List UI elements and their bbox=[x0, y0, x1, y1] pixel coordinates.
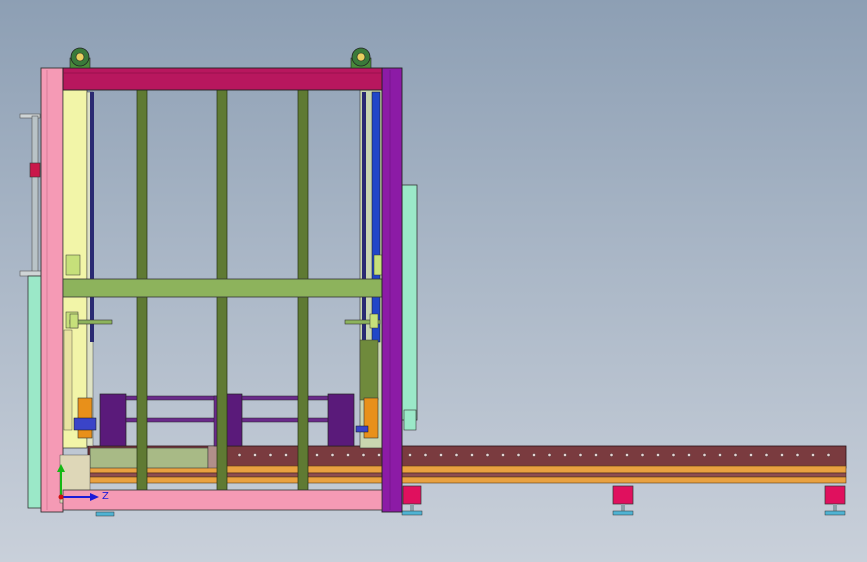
roller-dot bbox=[408, 453, 412, 457]
roller-dot bbox=[780, 453, 784, 457]
roller-dot bbox=[733, 453, 738, 457]
pulley-left bbox=[69, 47, 91, 69]
foot-1 bbox=[401, 485, 423, 516]
roller-dot bbox=[547, 453, 552, 457]
roller-dot bbox=[764, 453, 769, 457]
roller-dot bbox=[268, 453, 273, 457]
roller-dot bbox=[361, 453, 366, 457]
roller-dot bbox=[423, 453, 428, 457]
right-cabinet bbox=[401, 184, 418, 431]
roller-dot bbox=[826, 453, 831, 457]
roller-dot bbox=[330, 453, 335, 457]
roller-dot bbox=[253, 453, 257, 457]
left-cabinet bbox=[19, 113, 43, 509]
roller-dot bbox=[625, 453, 629, 457]
axis-z-label: Z bbox=[102, 491, 109, 502]
foot-3 bbox=[824, 485, 846, 516]
frame-left-column bbox=[40, 67, 64, 513]
roller-dot bbox=[346, 453, 350, 457]
roller-dot bbox=[439, 453, 443, 457]
roller-dot bbox=[609, 453, 614, 457]
roller-dot bbox=[377, 453, 381, 457]
conveyor bbox=[87, 445, 847, 484]
top-beam bbox=[62, 67, 383, 91]
roller-dot bbox=[563, 453, 567, 457]
green-crossbeam bbox=[62, 278, 383, 298]
roller-dot bbox=[578, 453, 583, 457]
pulley-right bbox=[350, 47, 372, 69]
roller-dot bbox=[594, 453, 598, 457]
roller-dot bbox=[749, 453, 753, 457]
roller-dot bbox=[640, 453, 645, 457]
foot-2 bbox=[612, 485, 634, 516]
roller-dot bbox=[454, 453, 459, 457]
roller-dot bbox=[687, 453, 691, 457]
roller-dot bbox=[656, 453, 660, 457]
axis-origin bbox=[58, 494, 64, 500]
roller-dot bbox=[532, 453, 536, 457]
machine-drawing: Z bbox=[19, 47, 847, 517]
roller-dot bbox=[795, 453, 800, 457]
roller-dot bbox=[237, 453, 242, 457]
roller-dot bbox=[315, 453, 319, 457]
indicator-block bbox=[29, 162, 41, 178]
frame-right-column bbox=[381, 67, 403, 513]
roller-dot bbox=[485, 453, 490, 457]
roller-dot bbox=[516, 453, 521, 457]
roller-dot bbox=[718, 453, 722, 457]
roller-dot bbox=[811, 453, 815, 457]
cad-viewport[interactable]: Z bbox=[0, 0, 867, 562]
bottom-beam bbox=[62, 489, 383, 511]
right-inner-column bbox=[359, 89, 383, 449]
roller-dot bbox=[284, 453, 288, 457]
roller-dot bbox=[470, 453, 474, 457]
roller-dot bbox=[671, 453, 676, 457]
roller-dot bbox=[702, 453, 707, 457]
roller-dot bbox=[501, 453, 505, 457]
